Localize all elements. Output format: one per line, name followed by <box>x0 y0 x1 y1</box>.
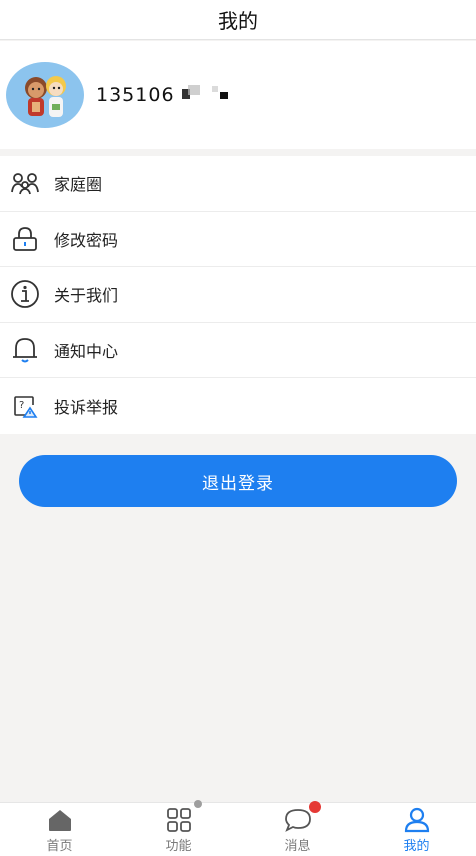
menu-item-label: 修改密码 <box>54 230 119 250</box>
menu-item-family[interactable]: 家庭圈 <box>0 156 476 212</box>
menu-item-label: 关于我们 <box>54 286 119 306</box>
tab-label: 功能 <box>165 838 192 854</box>
menu-item-change-password[interactable]: 修改密码 <box>0 211 476 268</box>
menu-item-complaint-report[interactable]: ? 投诉举报 <box>0 378 476 434</box>
grid-icon <box>164 799 202 834</box>
menu-item-label: 通知中心 <box>54 342 119 362</box>
home-icon <box>45 806 75 834</box>
settings-menu: 家庭圈 修改密码 关于我们 通知中心 ? 投诉举报 <box>0 156 476 434</box>
redaction-mask <box>181 83 242 108</box>
menu-item-about-us[interactable]: 关于我们 <box>0 267 476 323</box>
unread-badge <box>308 800 321 813</box>
user-icon <box>402 806 432 834</box>
tab-messages[interactable]: 消息 <box>238 800 357 856</box>
phone-number-text: 135106 <box>96 83 175 106</box>
avatar[interactable] <box>6 62 84 128</box>
bell-icon <box>10 335 40 365</box>
tab-label: 首页 <box>46 838 73 854</box>
tab-label: 我的 <box>403 838 430 854</box>
menu-item-label: 家庭圈 <box>54 175 103 195</box>
tab-mine[interactable]: 我的 <box>357 803 476 856</box>
menu-item-label: 投诉举报 <box>54 398 119 418</box>
profile-card[interactable]: 135106 <box>0 41 476 149</box>
family-icon <box>10 168 40 198</box>
top-bar: 我的 <box>0 0 476 40</box>
svg-text:?: ? <box>19 400 24 411</box>
logout-button[interactable]: 退出登录 <box>19 455 457 507</box>
tab-home[interactable]: 首页 <box>0 803 119 856</box>
badge-dot <box>193 799 202 808</box>
page-title: 我的 <box>218 9 258 33</box>
info-icon <box>10 279 40 309</box>
bottom-tab-bar: 首页 功能 消息 我的 <box>0 799 476 856</box>
tab-label: 消息 <box>284 838 311 854</box>
menu-item-notification-center[interactable]: 通知中心 <box>0 322 476 379</box>
lock-icon <box>10 224 40 254</box>
tab-functions[interactable]: 功能 <box>119 799 238 856</box>
chat-icon <box>283 800 321 834</box>
report-icon: ? <box>10 391 40 421</box>
phone-number: 135106 <box>96 83 242 108</box>
